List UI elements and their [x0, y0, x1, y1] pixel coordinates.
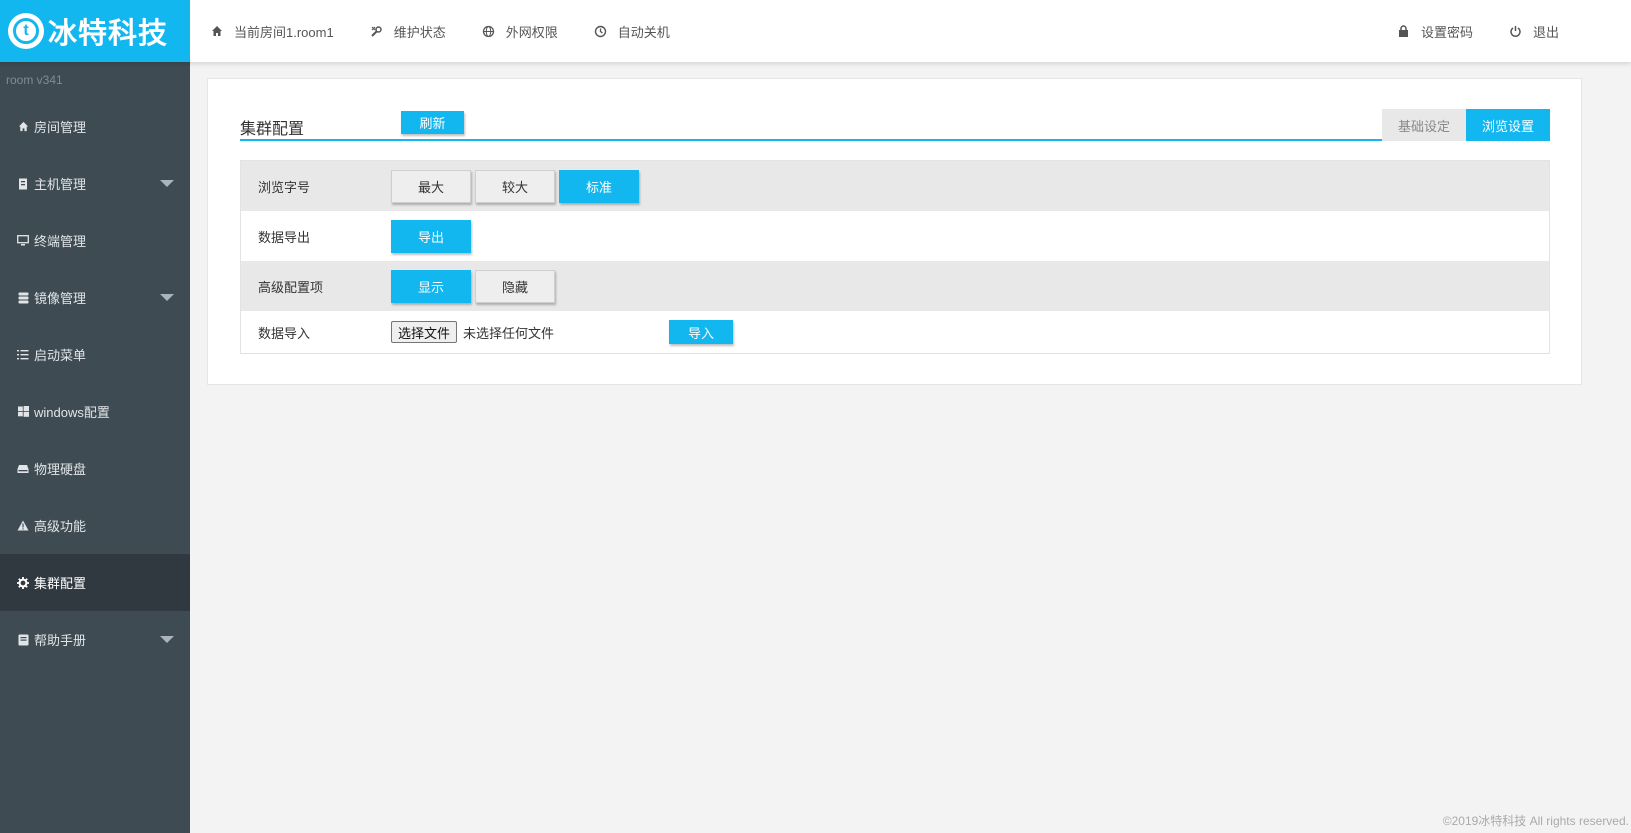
- windows-icon: [17, 406, 29, 418]
- set-password-label: 设置密码: [1420, 24, 1473, 40]
- tools-icon: [370, 24, 384, 38]
- sidebar-item-label: 物理硬盘: [34, 462, 87, 477]
- import-button[interactable]: 导入: [669, 320, 734, 344]
- logout-label: 退出: [1532, 24, 1559, 40]
- topnav-label: 维护状态: [393, 24, 446, 40]
- lock-icon: [1397, 24, 1411, 38]
- version-label: room v341: [6, 73, 63, 87]
- sidebar-item-rooms[interactable]: 房间管理: [0, 98, 190, 155]
- sidebar-item-images[interactable]: 镜像管理: [0, 269, 190, 326]
- font-size-standard-button[interactable]: 标准: [559, 169, 639, 203]
- topnav-internet[interactable]: 外网权限: [482, 22, 558, 41]
- sidebar-item-boot-menu[interactable]: 启动菜单: [0, 326, 190, 383]
- sidebar-item-label: windows配置: [34, 405, 110, 420]
- chevron-down-icon[interactable]: [160, 636, 174, 643]
- row-label: 浏览字号: [258, 179, 311, 195]
- row-label: 高级配置项: [258, 279, 324, 295]
- page-title: 集群配置: [240, 121, 305, 138]
- top-nav: 当前房间1.room1 维护状态 外网权限 自动关机: [210, 0, 706, 62]
- book-icon: [17, 634, 29, 646]
- sidebar-item-label: 高级功能: [34, 519, 87, 534]
- row-label: 数据导出: [258, 229, 311, 245]
- row-font-size: 浏览字号 最大 较大 标准: [241, 161, 1549, 211]
- sidebar-item-label: 主机管理: [34, 177, 87, 192]
- set-password-link[interactable]: 设置密码: [1397, 22, 1473, 41]
- advanced-show-button[interactable]: 显示: [391, 269, 471, 303]
- logo-icon: t: [8, 13, 44, 49]
- warning-icon: [17, 520, 29, 532]
- globe-icon: [482, 24, 496, 38]
- tab-basic-settings[interactable]: 基础设定: [1382, 109, 1466, 141]
- top-bar: t 冰特科技 当前房间1.room1 维护状态 外网权限 自动关机 设置密码 退…: [0, 0, 1631, 62]
- sidebar-item-label: 房间管理: [34, 120, 87, 135]
- gear-icon: [17, 576, 29, 589]
- row-data-import: 数据导入 选择文件 未选择任何文件 导入: [241, 311, 1549, 353]
- export-button[interactable]: 导出: [391, 219, 471, 253]
- topnav-current-room[interactable]: 当前房间1.room1: [210, 22, 334, 41]
- refresh-button[interactable]: 刷新: [401, 111, 464, 134]
- sidebar-item-hosts[interactable]: 主机管理: [0, 155, 190, 212]
- top-right-nav: 设置密码 退出: [1361, 0, 1559, 62]
- cluster-config-panel: 集群配置 刷新 基础设定 浏览设置 浏览字号 最大 较大 标准 数据导出 导出 …: [207, 78, 1582, 385]
- topnav-label: 自动关机: [617, 24, 670, 40]
- sidebar-item-help[interactable]: 帮助手册: [0, 611, 190, 668]
- sidebar-item-cluster-config[interactable]: 集群配置: [0, 554, 190, 611]
- row-advanced-options: 高级配置项 显示 隐藏: [241, 261, 1549, 311]
- sidebar-item-terminals[interactable]: 终端管理: [0, 212, 190, 269]
- sidebar-item-label: 终端管理: [34, 234, 87, 249]
- home-icon: [210, 24, 224, 38]
- topnav-maintenance[interactable]: 维护状态: [370, 22, 446, 41]
- logo-letter: t: [13, 18, 39, 44]
- hdd-icon: [17, 463, 29, 475]
- topnav-auto-shutdown[interactable]: 自动关机: [594, 22, 670, 41]
- brand-name: 冰特科技: [48, 18, 169, 50]
- logout-link[interactable]: 退出: [1509, 22, 1559, 41]
- sidebar-item-advanced[interactable]: 高级功能: [0, 497, 190, 554]
- choose-file-button[interactable]: 选择文件: [391, 321, 458, 343]
- list-icon: [17, 349, 29, 361]
- advanced-hide-button[interactable]: 隐藏: [475, 269, 555, 303]
- sidebar-item-windows-config[interactable]: windows配置: [0, 383, 190, 440]
- topnav-label: 当前房间1.room1: [234, 24, 334, 40]
- font-size-large-button[interactable]: 较大: [475, 169, 555, 203]
- panel-header: 集群配置 刷新 基础设定 浏览设置: [240, 109, 1550, 141]
- server-icon: [17, 178, 29, 190]
- sidebar-item-label: 启动菜单: [34, 348, 87, 363]
- sidebar-item-physical-disk[interactable]: 物理硬盘: [0, 440, 190, 497]
- settings-tabs: 基础设定 浏览设置: [1382, 109, 1550, 141]
- sidebar-item-label: 帮助手册: [34, 633, 87, 648]
- chevron-down-icon[interactable]: [160, 294, 174, 301]
- sidebar-item-label: 镜像管理: [34, 291, 87, 306]
- tab-browse-settings[interactable]: 浏览设置: [1466, 109, 1550, 141]
- chevron-down-icon[interactable]: [160, 180, 174, 187]
- monitor-icon: [17, 235, 29, 247]
- footer-copyright: ©2019冰特科技 All rights reserved.: [1442, 814, 1629, 828]
- clock-icon: [594, 24, 608, 38]
- topnav-label: 外网权限: [505, 24, 558, 40]
- database-icon: [17, 292, 29, 304]
- sidebar: room v341 房间管理 主机管理 终端管理 镜像管理 启动菜单 windo…: [0, 62, 190, 833]
- row-data-export: 数据导出 导出: [241, 211, 1549, 261]
- file-status-text: 未选择任何文件: [463, 325, 555, 341]
- power-icon: [1509, 24, 1523, 38]
- settings-table: 浏览字号 最大 较大 标准 数据导出 导出 高级配置项 显示 隐藏 数据导入 选…: [240, 160, 1550, 354]
- row-label: 数据导入: [258, 325, 311, 341]
- brand-logo[interactable]: t 冰特科技: [0, 0, 190, 62]
- sidebar-item-label: 集群配置: [34, 576, 87, 591]
- home-icon: [17, 121, 29, 133]
- font-size-largest-button[interactable]: 最大: [391, 169, 471, 203]
